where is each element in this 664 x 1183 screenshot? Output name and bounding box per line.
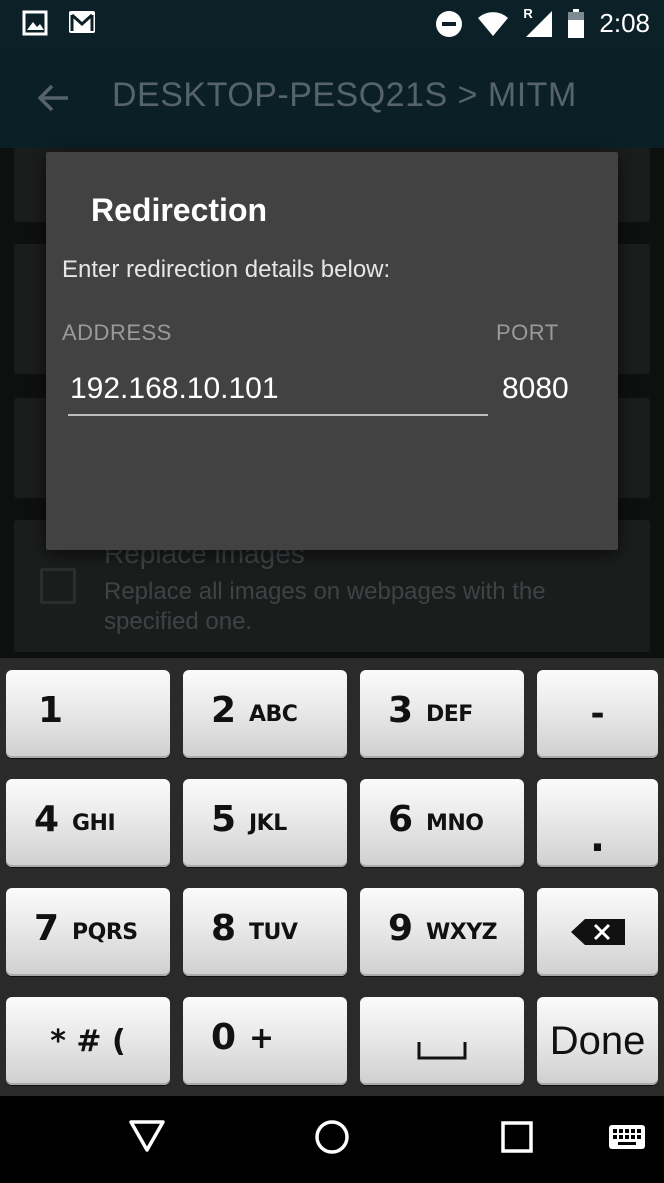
key-number: 3 [388, 690, 414, 731]
key-number: 7 [34, 908, 60, 949]
home-icon[interactable] [313, 1118, 351, 1156]
key-7[interactable]: 7 PQRS [6, 888, 170, 976]
key-number: 1 [38, 690, 64, 731]
key-number: 2 [211, 690, 237, 731]
key-letters: DEF [426, 702, 473, 727]
key-2[interactable]: 2 ABC [183, 670, 347, 758]
address-input[interactable]: 192.168.10.101 [68, 372, 488, 416]
key-letters: + [249, 1021, 274, 1056]
battery-icon [568, 8, 585, 38]
back-icon[interactable] [128, 1118, 166, 1154]
status-time: 2:08 [599, 8, 650, 38]
key-backspace[interactable] [537, 888, 658, 976]
key-symbol [360, 997, 524, 1085]
backspace-icon [570, 919, 625, 945]
key-letters: ABC [249, 702, 298, 727]
redirection-dialog: Redirection Enter redirection details be… [46, 152, 618, 550]
key-symbol: . [589, 815, 606, 861]
key-8[interactable]: 8 TUV [183, 888, 347, 976]
key-6[interactable]: 6 MNO [360, 779, 524, 867]
done-button[interactable]: Done [537, 997, 658, 1085]
do-not-disturb-icon [436, 10, 463, 37]
key-letters: GHI [72, 811, 116, 836]
image-icon [22, 10, 48, 36]
space-icon [417, 1042, 467, 1060]
replace-images-checkbox[interactable] [40, 568, 76, 604]
replace-images-desc-line1: Replace all images on webpages with the [104, 578, 546, 605]
key-4[interactable]: 4 GHI [6, 779, 170, 867]
key-space[interactable] [360, 997, 524, 1085]
dialog-title: Redirection [91, 192, 268, 228]
key-letters: WXYZ [426, 920, 498, 945]
address-label: ADDRESS [62, 320, 172, 345]
signal-icon: R [523, 6, 553, 38]
dialog-message: Enter redirection details below: [62, 256, 391, 283]
key-letters: PQRS [72, 920, 138, 945]
key-symbols[interactable]: * # ( [6, 997, 170, 1085]
key-letters: MNO [426, 811, 484, 836]
key-number: 0 [211, 1017, 237, 1058]
key-number: 8 [211, 908, 237, 949]
key-dash[interactable]: - [537, 670, 658, 758]
key-symbol: * # ( [50, 1023, 126, 1059]
key-symbol: - [590, 694, 605, 734]
key-number: 5 [211, 799, 237, 840]
key-9[interactable]: 9 WXYZ [360, 888, 524, 976]
key-number: 9 [388, 908, 414, 949]
wifi-icon [478, 11, 509, 36]
key-1[interactable]: 1 [6, 670, 170, 758]
back-arrow-icon[interactable] [34, 78, 74, 118]
key-letters: JKL [249, 811, 287, 836]
replace-images-desc-line2: specified one. [104, 608, 253, 635]
gmail-icon [69, 11, 95, 33]
page-title: DESKTOP-PESQ21S > MITM [112, 76, 577, 114]
port-input[interactable]: 8080 [502, 372, 582, 416]
status-bar: R 2:08 [0, 0, 664, 48]
key-3[interactable]: 3 DEF [360, 670, 524, 758]
nav-bar [0, 1096, 664, 1183]
key-number: 6 [388, 799, 414, 840]
key-period[interactable]: . [537, 779, 658, 867]
key-0[interactable]: 0 + [183, 997, 347, 1085]
key-letters: TUV [249, 920, 298, 945]
app-bar: DESKTOP-PESQ21S > MITM [0, 48, 664, 148]
numeric-keyboard: 1 2 ABC 3 DEF - 4 GHI 5 JKL 6 MNO . 7 PQ… [0, 658, 664, 1096]
key-symbol: Done [549, 1018, 646, 1063]
key-number: 4 [34, 799, 60, 840]
recents-icon[interactable] [500, 1120, 534, 1154]
keyboard-icon[interactable] [608, 1124, 646, 1150]
key-symbol [537, 888, 658, 976]
key-5[interactable]: 5 JKL [183, 779, 347, 867]
port-label: PORT [496, 320, 559, 345]
